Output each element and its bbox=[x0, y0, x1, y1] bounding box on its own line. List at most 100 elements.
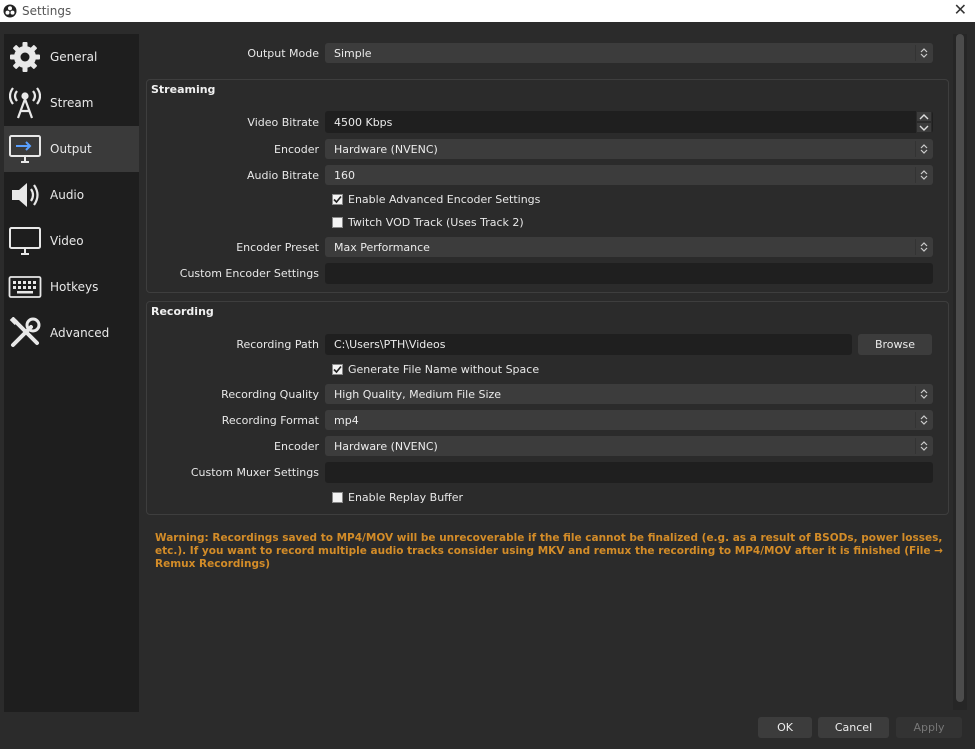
enable-advanced-row: Enable Advanced Encoder Settings bbox=[332, 193, 540, 206]
audio-bitrate-label: Audio Bitrate bbox=[246, 168, 319, 182]
scrollbar-thumb[interactable] bbox=[956, 34, 964, 702]
recording-quality-row: Recording Quality High Quality, Medium F… bbox=[145, 384, 933, 404]
select-arrows-icon bbox=[915, 167, 931, 183]
custom-encoder-input[interactable] bbox=[325, 263, 933, 284]
recording-quality-value: High Quality, Medium File Size bbox=[334, 387, 502, 401]
select-arrows-icon bbox=[915, 239, 931, 255]
streaming-group-title: Streaming bbox=[151, 83, 216, 96]
recording-encoder-row: Encoder Hardware (NVENC) bbox=[145, 436, 933, 456]
settings-sidebar: General Stream Output Audio Video Hotkey… bbox=[4, 34, 139, 712]
apply-button[interactable]: Apply bbox=[896, 717, 962, 738]
recording-encoder-label: Encoder bbox=[274, 439, 319, 453]
select-arrows-icon bbox=[915, 412, 931, 428]
recording-quality-label: Recording Quality bbox=[221, 387, 319, 401]
recording-format-select[interactable]: mp4 bbox=[325, 410, 933, 430]
video-bitrate-row: Video Bitrate 4500 Kbps bbox=[145, 111, 933, 133]
sidebar-item-label: Audio bbox=[50, 188, 85, 202]
select-arrows-icon bbox=[915, 386, 931, 402]
encoder-preset-row: Encoder Preset Max Performance bbox=[145, 237, 933, 257]
sidebar-item-hotkeys[interactable]: Hotkeys bbox=[4, 264, 139, 310]
custom-muxer-label: Custom Muxer Settings bbox=[190, 466, 319, 479]
checkbox-checked-icon bbox=[332, 194, 343, 205]
audio-bitrate-select[interactable]: 160 bbox=[325, 165, 933, 185]
encoder-preset-select[interactable]: Max Performance bbox=[325, 237, 933, 257]
sidebar-item-label: Output bbox=[50, 142, 92, 156]
custom-encoder-row: Custom Encoder Settings bbox=[145, 263, 933, 284]
sidebar-item-video[interactable]: Video bbox=[4, 218, 139, 264]
sidebar-item-label: Hotkeys bbox=[50, 280, 99, 294]
custom-muxer-row: Custom Muxer Settings bbox=[145, 462, 933, 483]
stream-encoder-select[interactable]: Hardware (NVENC) bbox=[325, 139, 933, 159]
stream-encoder-row: Encoder Hardware (NVENC) bbox=[145, 139, 933, 159]
speaker-icon bbox=[8, 178, 42, 212]
recording-format-row: Recording Format mp4 bbox=[145, 410, 933, 430]
custom-muxer-input[interactable] bbox=[325, 462, 933, 483]
browse-button[interactable]: Browse bbox=[858, 334, 932, 355]
sidebar-item-advanced[interactable]: Advanced bbox=[4, 310, 139, 356]
recording-path-input[interactable]: C:\Users\PTH\Videos bbox=[325, 334, 852, 355]
twitch-vod-label: Twitch VOD Track (Uses Track 2) bbox=[348, 216, 524, 229]
select-arrows-icon bbox=[915, 438, 931, 454]
audio-bitrate-value: 160 bbox=[334, 168, 355, 182]
twitch-vod-row: Twitch VOD Track (Uses Track 2) bbox=[332, 216, 524, 229]
replay-buffer-label: Enable Replay Buffer bbox=[348, 491, 464, 504]
broadcast-tower-icon bbox=[8, 86, 42, 120]
sidebar-item-stream[interactable]: Stream bbox=[4, 80, 139, 126]
select-arrows-icon bbox=[915, 45, 931, 61]
sidebar-item-label: General bbox=[50, 50, 98, 64]
gear-icon bbox=[8, 40, 42, 74]
enable-advanced-checkbox[interactable]: Enable Advanced Encoder Settings bbox=[332, 193, 540, 206]
enable-advanced-label: Enable Advanced Encoder Settings bbox=[348, 193, 541, 206]
stream-encoder-value: Hardware (NVENC) bbox=[334, 142, 438, 156]
sidebar-item-label: Stream bbox=[50, 96, 94, 110]
recording-format-label: Recording Format bbox=[221, 413, 319, 427]
audio-bitrate-row: Audio Bitrate 160 bbox=[145, 165, 933, 185]
output-mode-select[interactable]: Simple bbox=[325, 43, 933, 63]
recording-group-title: Recording bbox=[151, 305, 214, 318]
twitch-vod-checkbox[interactable]: Twitch VOD Track (Uses Track 2) bbox=[332, 216, 524, 229]
encoder-preset-label: Encoder Preset bbox=[236, 240, 319, 254]
content-scrollbar[interactable] bbox=[953, 34, 967, 710]
output-settings-panel: Output Mode Simple Streaming Video Bitra… bbox=[145, 34, 951, 710]
monitor-output-icon bbox=[8, 132, 42, 166]
gen-filename-checkbox[interactable]: Generate File Name without Space bbox=[332, 363, 539, 376]
tools-icon bbox=[8, 316, 42, 350]
window-title: Settings bbox=[22, 4, 72, 18]
mp4-warning-text: Warning: Recordings saved to MP4/MOV wil… bbox=[155, 532, 943, 570]
sidebar-item-output[interactable]: Output bbox=[4, 126, 139, 172]
sidebar-item-audio[interactable]: Audio bbox=[4, 172, 139, 218]
gen-filename-row: Generate File Name without Space bbox=[332, 363, 539, 376]
replay-buffer-row: Enable Replay Buffer bbox=[332, 491, 463, 504]
recording-encoder-value: Hardware (NVENC) bbox=[334, 439, 438, 453]
checkbox-checked-icon bbox=[332, 364, 343, 375]
checkbox-unchecked-icon bbox=[332, 217, 343, 228]
recording-encoder-select[interactable]: Hardware (NVENC) bbox=[325, 436, 933, 456]
recording-path-row: Recording Path C:\Users\PTH\Videos Brows… bbox=[145, 334, 932, 355]
obs-logo-icon bbox=[3, 4, 17, 18]
video-bitrate-spinbox[interactable]: 4500 Kbps bbox=[325, 111, 933, 133]
sidebar-item-general[interactable]: General bbox=[4, 34, 139, 80]
stream-encoder-label: Encoder bbox=[274, 142, 319, 156]
cancel-button[interactable]: Cancel bbox=[818, 717, 889, 738]
encoder-preset-value: Max Performance bbox=[334, 240, 430, 254]
output-mode-value: Simple bbox=[334, 46, 372, 60]
recording-quality-select[interactable]: High Quality, Medium File Size bbox=[325, 384, 933, 404]
sidebar-item-label: Advanced bbox=[50, 326, 110, 340]
spin-down-icon[interactable] bbox=[916, 122, 932, 133]
select-arrows-icon bbox=[915, 141, 931, 157]
replay-buffer-checkbox[interactable]: Enable Replay Buffer bbox=[332, 491, 463, 504]
close-icon[interactable]: ✕ bbox=[954, 1, 967, 19]
custom-encoder-label: Custom Encoder Settings bbox=[179, 267, 319, 280]
monitor-icon bbox=[8, 224, 42, 258]
gen-filename-label: Generate File Name without Space bbox=[348, 363, 540, 376]
ok-button[interactable]: OK bbox=[758, 717, 812, 738]
checkbox-unchecked-icon bbox=[332, 492, 343, 503]
video-bitrate-value: 4500 Kbps bbox=[334, 115, 393, 129]
output-mode-label: Output Mode bbox=[247, 46, 319, 60]
recording-path-label: Recording Path bbox=[236, 338, 319, 351]
spin-up-icon[interactable] bbox=[916, 111, 932, 122]
output-mode-row: Output Mode Simple bbox=[145, 43, 933, 63]
keyboard-icon bbox=[8, 270, 42, 304]
title-bar: Settings ✕ bbox=[0, 0, 975, 22]
video-bitrate-label: Video Bitrate bbox=[247, 115, 319, 129]
